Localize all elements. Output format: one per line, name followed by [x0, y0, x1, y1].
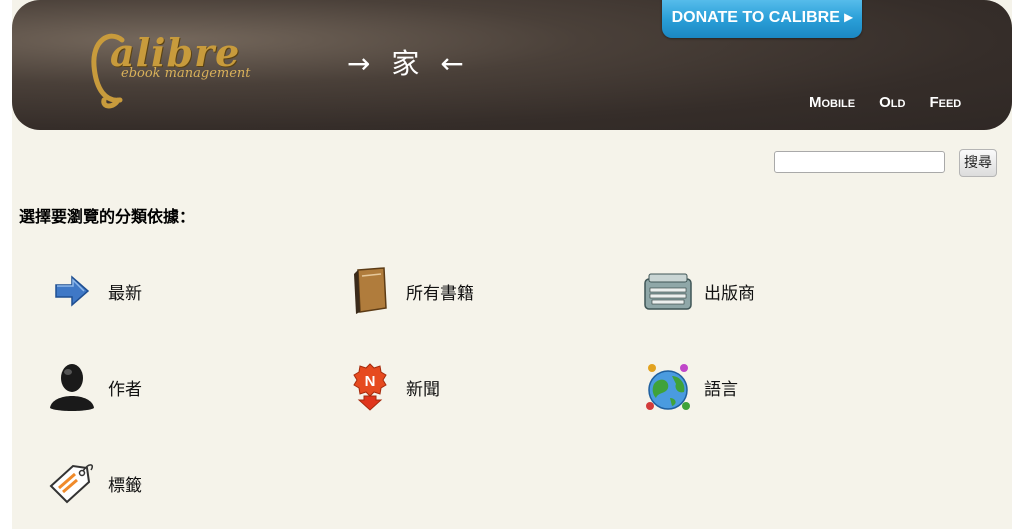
globe-icon	[642, 361, 694, 413]
category-label: 新聞	[406, 379, 440, 400]
calibre-logo[interactable]: alibre ebook management	[88, 28, 258, 113]
typewriter-icon	[642, 265, 694, 317]
book-icon	[344, 265, 396, 317]
category-publisher[interactable]: 出版商	[642, 265, 755, 317]
logo-subtitle: ebook management	[121, 66, 251, 81]
search-button[interactable]: 搜尋	[959, 149, 997, 177]
svg-text:N: N	[365, 373, 376, 390]
tag-icon	[46, 457, 98, 509]
category-tags[interactable]: 標籤	[46, 457, 142, 509]
category-label: 最新	[108, 283, 142, 304]
arrow-right-icon	[46, 265, 98, 317]
search-input[interactable]	[774, 151, 945, 173]
category-label: 所有書籍	[406, 283, 474, 304]
category-news[interactable]: N 新聞	[344, 361, 440, 413]
feed-link[interactable]: Feed	[929, 94, 961, 111]
header-links: Mobile Old Feed	[809, 94, 961, 111]
old-link[interactable]: Old	[879, 94, 905, 111]
category-author[interactable]: 作者	[46, 361, 142, 413]
category-newest[interactable]: 最新	[46, 265, 142, 317]
category-language[interactable]: 語言	[642, 361, 738, 413]
category-label: 作者	[108, 379, 142, 400]
browse-prompt: 選擇要瀏覽的分類依據：	[19, 207, 196, 226]
donate-button[interactable]: DONATE TO CALIBRE ▸	[662, 0, 862, 38]
page-title: → 家 ←	[347, 47, 470, 80]
category-all-books[interactable]: 所有書籍	[344, 265, 474, 317]
category-label: 出版商	[704, 283, 755, 304]
mobile-link[interactable]: Mobile	[809, 94, 855, 111]
category-label: 標籤	[108, 475, 142, 496]
person-icon	[46, 361, 98, 413]
category-label: 語言	[704, 379, 738, 400]
header: alibre ebook management → 家 ← Mobile Old…	[12, 0, 1012, 130]
news-icon: N	[344, 361, 396, 413]
